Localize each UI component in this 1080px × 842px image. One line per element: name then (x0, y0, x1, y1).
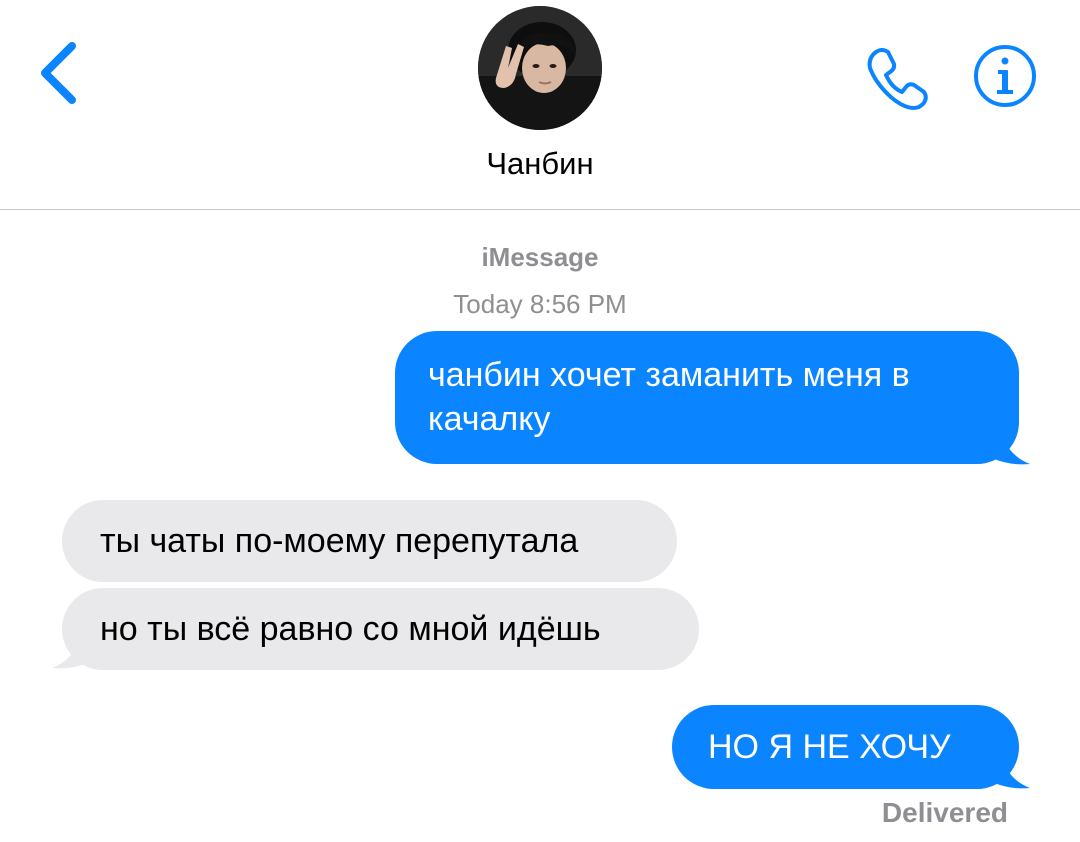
message-bubble-received[interactable]: но ты всё равно со мной идёшь (62, 588, 699, 670)
contact-avatar[interactable] (478, 6, 602, 130)
message-text: ты чаты по-моему перепутала (100, 522, 579, 560)
message-timestamp: Today 8:56 PM (453, 289, 627, 319)
info-icon (974, 45, 1036, 107)
phone-icon (867, 48, 928, 110)
message-text: НО Я НЕ ХОЧУ (708, 728, 951, 766)
message-text: но ты всё равно со мной идёшь (100, 610, 601, 648)
chevron-left-icon (41, 42, 76, 104)
contact-name[interactable]: Чанбин (0, 146, 1080, 182)
message-text-line: качалку (428, 400, 551, 438)
message-bubble-sent[interactable]: НО Я НЕ ХОЧУ (672, 705, 1019, 789)
delivery-status: Delivered (881, 797, 1008, 828)
service-label: iMessage (481, 242, 599, 272)
message-bubble-received[interactable]: ты чаты по-моему перепутала (62, 500, 677, 582)
avatar-photo (478, 6, 602, 130)
call-button[interactable] (862, 40, 934, 112)
back-button[interactable] (36, 40, 84, 106)
message-bubble-sent[interactable]: чанбин хочет заманить меня в качалку (395, 331, 1019, 464)
conversation-header: Чанбин (0, 0, 1080, 210)
info-button[interactable] (972, 43, 1038, 109)
message-text-line: чанбин хочет заманить меня в (428, 356, 910, 394)
